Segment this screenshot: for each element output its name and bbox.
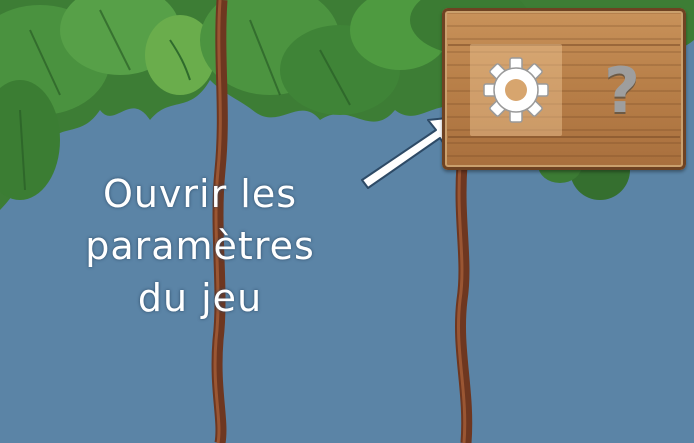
question-mark-icon: ? <box>604 53 640 127</box>
tooltip-line: Ouvrir les <box>102 172 298 216</box>
settings-button[interactable] <box>470 44 562 136</box>
settings-tooltip: Ouvrir les paramètres du jeu <box>30 168 370 324</box>
tooltip-line: du jeu <box>137 276 263 320</box>
sign-plank-line <box>448 136 680 138</box>
gear-icon <box>483 57 549 123</box>
tooltip-line: paramètres <box>85 224 315 268</box>
help-button[interactable]: ? <box>572 44 672 136</box>
